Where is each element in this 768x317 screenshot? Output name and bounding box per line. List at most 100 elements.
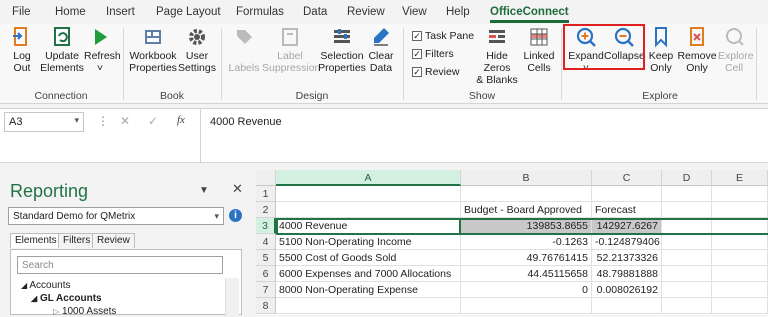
cell-budget[interactable]: 49.76761415 — [461, 250, 592, 266]
cell[interactable] — [712, 282, 768, 298]
cell-forecast[interactable]: -0.124879406 — [592, 234, 662, 250]
cell[interactable] — [662, 250, 712, 266]
filters-checkbox[interactable]: ✓ Filters — [412, 48, 454, 60]
tree-item-1000-assets[interactable]: ▷ 1000 Assets — [53, 306, 116, 317]
tree-item-gl-accounts[interactable]: ◢ GL Accounts — [31, 293, 102, 304]
row-header[interactable]: 4 — [256, 234, 276, 250]
formula-input[interactable]: 4000 Revenue — [210, 116, 282, 128]
user-settings-button[interactable]: User Settings — [178, 26, 216, 74]
explore-cell-button[interactable]: Explore Cell — [718, 26, 754, 74]
cell[interactable] — [712, 186, 768, 202]
column-header[interactable]: A — [276, 170, 461, 186]
search-input[interactable]: Search — [17, 256, 223, 274]
row-header[interactable]: 7 — [256, 282, 276, 298]
tree-item-accounts[interactable]: ◢ Accounts — [21, 280, 71, 291]
cell[interactable] — [712, 298, 768, 314]
cell[interactable] — [592, 186, 662, 202]
cell-budget[interactable]: -0.1263 — [461, 234, 592, 250]
cell-account[interactable]: 5500 Cost of Goods Sold — [276, 250, 461, 266]
confirm-icon[interactable]: ✓ — [148, 114, 158, 128]
close-icon[interactable]: ✕ — [232, 181, 243, 197]
column-header[interactable]: D — [662, 170, 712, 186]
selection-properties-button[interactable]: Selection Properties — [318, 26, 366, 74]
clear-data-button[interactable]: Clear Data — [366, 26, 396, 74]
cell[interactable] — [592, 298, 662, 314]
tab-home[interactable]: Home — [55, 6, 86, 18]
tab-page-layout[interactable]: Page Layout — [156, 6, 221, 18]
linked-cells-button[interactable]: Linked Cells — [522, 26, 556, 74]
row-header[interactable]: 1 — [256, 186, 276, 202]
name-box[interactable]: A3 ▾ — [4, 112, 84, 132]
cell[interactable] — [461, 298, 592, 314]
cell-header-budget[interactable]: Budget - Board Approved — [461, 202, 592, 218]
tab-review[interactable]: Review — [347, 6, 385, 18]
cell-budget[interactable]: 44.45115658 — [461, 266, 592, 282]
column-header[interactable]: B — [461, 170, 592, 186]
cell-header-forecast[interactable]: Forecast — [592, 202, 662, 218]
cell[interactable] — [461, 186, 592, 202]
tab-formulas[interactable]: Formulas — [236, 6, 284, 18]
cancel-icon[interactable]: ✕ — [120, 114, 130, 128]
tree-scrollbar[interactable] — [225, 278, 239, 316]
cell[interactable] — [712, 234, 768, 250]
select-all-corner[interactable] — [256, 170, 276, 186]
group-label-book: Book — [160, 90, 184, 102]
info-icon[interactable]: i — [229, 209, 242, 222]
row-header[interactable]: 6 — [256, 266, 276, 282]
cell[interactable] — [662, 282, 712, 298]
tab-view[interactable]: View — [402, 6, 427, 18]
cell-forecast[interactable]: 52.21373326 — [592, 250, 662, 266]
cell[interactable] — [712, 250, 768, 266]
cell[interactable] — [276, 298, 461, 314]
cell-account[interactable]: 5100 Non-Operating Income — [276, 234, 461, 250]
tab-elements[interactable]: Elements — [10, 233, 62, 248]
cell-account[interactable]: 6000 Expenses and 7000 Allocations — [276, 266, 461, 282]
report-dropdown[interactable]: Standard Demo for QMetrix ▾ — [8, 207, 224, 225]
pane-options-icon[interactable]: ▼ — [199, 185, 209, 196]
cell[interactable] — [712, 266, 768, 282]
hide-zeros-button[interactable]: Hide Zeros & Blanks — [472, 26, 522, 86]
cell-account[interactable]: 8000 Non-Operating Expense — [276, 282, 461, 298]
tab-help[interactable]: Help — [446, 6, 470, 18]
remove-only-button[interactable]: Remove Only — [676, 26, 718, 74]
workbook-properties-button[interactable]: Workbook Properties — [128, 26, 178, 74]
row-header[interactable]: 2 — [256, 202, 276, 218]
tab-file[interactable]: File — [12, 6, 31, 18]
cell[interactable] — [662, 266, 712, 282]
cell-forecast[interactable]: 0.008026192 — [592, 282, 662, 298]
cell[interactable] — [712, 202, 768, 218]
tab-officeconnect[interactable]: OfficeConnect — [490, 6, 569, 23]
linked-cells-icon — [530, 28, 548, 46]
task-pane-checkbox[interactable]: ✓ Task Pane — [412, 30, 474, 42]
tab-insert[interactable]: Insert — [106, 6, 135, 18]
tab-data[interactable]: Data — [303, 6, 327, 18]
review-checkbox[interactable]: ✓ Review — [412, 66, 459, 78]
keep-only-button[interactable]: Keep Only — [646, 26, 676, 74]
cell[interactable] — [662, 202, 712, 218]
row-header[interactable]: 8 — [256, 298, 276, 314]
cell-budget[interactable]: 0 — [461, 282, 592, 298]
cell[interactable] — [662, 298, 712, 314]
insert-function-icon[interactable]: fx — [177, 114, 185, 126]
tab-review-pane[interactable]: Review — [92, 233, 135, 248]
labels-button[interactable]: Labels — [226, 26, 262, 74]
spreadsheet-grid: A B C D E 1 2 3 4 5 6 7 8 Budget - Board… — [256, 170, 768, 315]
column-header[interactable]: C — [592, 170, 662, 186]
cell[interactable] — [276, 186, 461, 202]
row-header[interactable]: 5 — [256, 250, 276, 266]
refresh-button[interactable]: Refresh ˅ — [84, 26, 121, 74]
row-header[interactable]: 3 — [256, 218, 276, 234]
cell[interactable] — [276, 202, 461, 218]
chevron-down-icon: ▾ — [214, 211, 219, 221]
log-out-button[interactable]: Log Out — [6, 26, 38, 74]
selected-row-outline — [461, 218, 768, 235]
more-options-icon[interactable]: ⋮ — [97, 114, 109, 128]
cell-forecast[interactable]: 48.79881888 — [592, 266, 662, 282]
ribbon: Log Out Update Elements Refresh ˅ Connectio… — [0, 24, 768, 104]
label-suppression-button[interactable]: Label Suppression — [262, 26, 320, 74]
tab-filters[interactable]: Filters — [58, 233, 96, 248]
cell[interactable] — [662, 234, 712, 250]
update-elements-button[interactable]: Update Elements — [40, 26, 84, 74]
column-header[interactable]: E — [712, 170, 768, 186]
cell[interactable] — [662, 186, 712, 202]
